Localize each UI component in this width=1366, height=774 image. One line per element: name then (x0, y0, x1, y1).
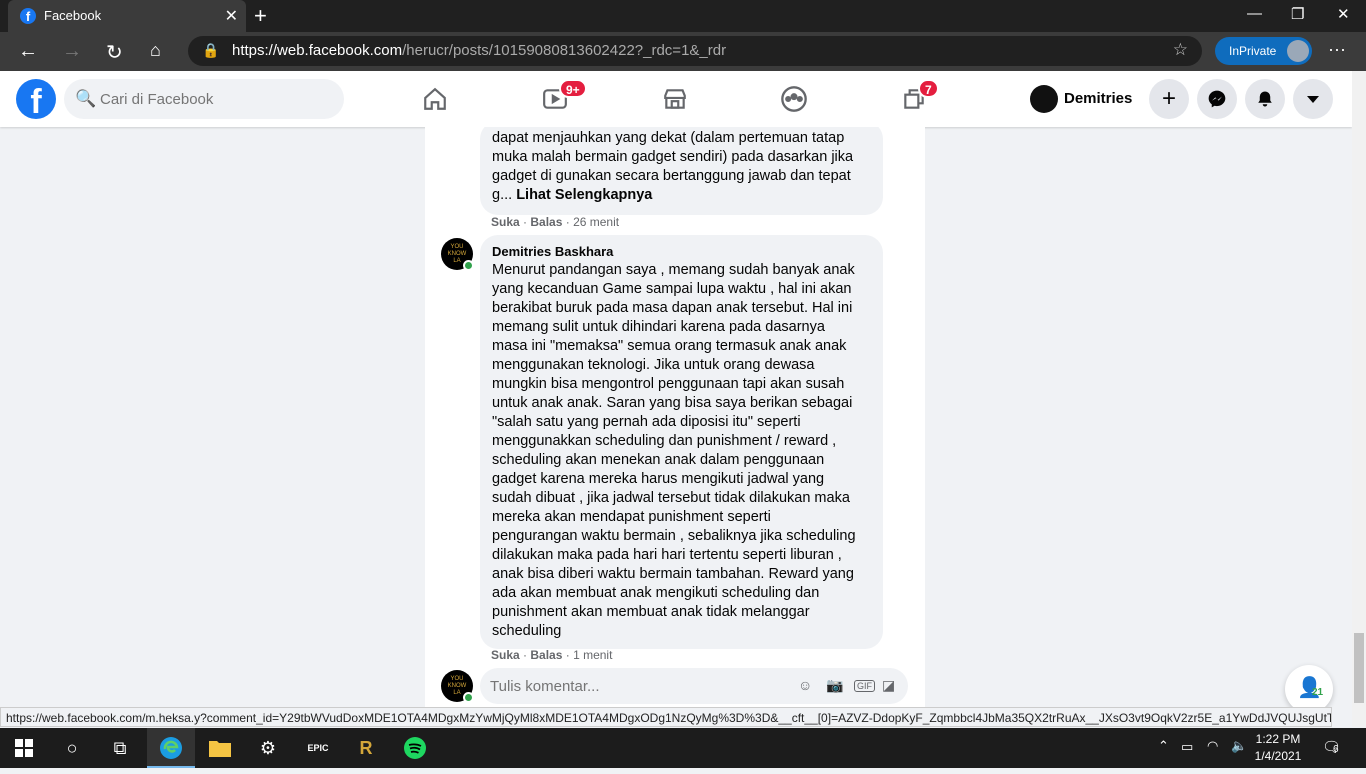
windows-start-icon[interactable] (0, 728, 48, 768)
comment-feed: dapat menjauhkan yang dekat (dalam perte… (425, 127, 925, 707)
groups-nav-icon[interactable] (776, 81, 812, 117)
account-menu-chevron-down-icon[interactable] (1293, 79, 1333, 119)
back-icon[interactable]: ← (18, 40, 38, 63)
lock-icon: 🔒 (202, 42, 220, 58)
search-icon: 🔍 (75, 89, 97, 108)
online-status-dot (463, 260, 474, 271)
like-link[interactable]: Suka (491, 215, 520, 229)
comment-bubble: Demitries Baskhara Menurut pandangan say… (480, 235, 883, 649)
search-circle-icon[interactable]: ○ (48, 728, 96, 768)
contacts-button[interactable]: 👤 21 (1285, 665, 1333, 713)
browser-tab[interactable]: f Facebook ✕ (8, 0, 246, 32)
facebook-logo-icon[interactable]: f (16, 79, 56, 121)
gif-icon[interactable]: GIF (854, 680, 875, 692)
search-input[interactable] (100, 79, 330, 119)
notifications-bell-icon[interactable] (1245, 79, 1285, 119)
commenter-avatar[interactable]: YOU KNOW LA (441, 238, 474, 271)
marketplace-nav-icon[interactable] (657, 81, 693, 117)
riot-legends-icon[interactable]: R (342, 728, 390, 768)
steam-icon[interactable]: ⚙ (244, 728, 292, 768)
watch-nav-icon[interactable]: 9+ (537, 79, 587, 117)
volume-icon[interactable]: 🔈 (1231, 738, 1247, 754)
gaming-badge: 7 (918, 79, 939, 98)
profile-avatar-icon (1287, 40, 1309, 62)
clock-time: 1:22 PM (1255, 732, 1301, 746)
inprivate-label: InPrivate (1229, 44, 1277, 58)
url-path: /herucr/posts/10159080813602422?_rdc=1&_… (402, 42, 727, 59)
online-status-dot (463, 692, 474, 703)
comment-time[interactable]: 26 menit (573, 215, 619, 229)
close-tab-icon[interactable]: ✕ (225, 6, 238, 26)
comment-text: Menurut pandangan saya , memang sudah ba… (492, 262, 856, 639)
commenter-name[interactable]: Demitries Baskhara (492, 243, 871, 261)
profile-avatar (1030, 85, 1058, 113)
file-explorer-icon[interactable] (196, 728, 244, 768)
home-icon[interactable]: ⌂ (150, 40, 161, 61)
maximize-icon[interactable]: ❐ (1291, 5, 1304, 23)
home-nav-icon[interactable] (417, 81, 453, 117)
sticker-icon[interactable]: ◪ (882, 677, 895, 694)
facebook-favicon-icon: f (20, 8, 36, 24)
taskbar-clock[interactable]: 1:22 PM 1/4/2021 (1250, 731, 1306, 765)
gaming-nav-icon[interactable]: 7 (896, 79, 939, 117)
status-bar-url: https://web.facebook.com/m.heksa.y?comme… (0, 707, 1332, 727)
windows-taskbar: ○ ⧉ ⚙ EPIC R ⌃ ▭ ◠ 🔈 1:22 PM 1/4/2021 🗨 6 (0, 728, 1366, 768)
emoji-icon[interactable]: ☺ (798, 677, 812, 693)
messenger-icon[interactable] (1197, 79, 1237, 119)
comment-time[interactable]: 1 menit (573, 648, 612, 662)
page-scrollbar[interactable] (1352, 71, 1366, 727)
tray-chevron-up-icon[interactable]: ⌃ (1158, 738, 1169, 754)
reply-link[interactable]: Balas (530, 648, 562, 662)
new-tab-icon[interactable]: + (254, 3, 267, 29)
like-link[interactable]: Suka (491, 648, 520, 662)
watch-badge: 9+ (559, 79, 587, 98)
wifi-icon[interactable]: ◠ (1207, 738, 1218, 754)
edge-browser-icon[interactable] (147, 728, 195, 768)
task-view-icon[interactable]: ⧉ (96, 728, 144, 768)
create-plus-icon[interactable]: + (1149, 79, 1189, 119)
battery-icon[interactable]: ▭ (1181, 739, 1193, 755)
profile-name: Demitries (1064, 90, 1133, 107)
browser-tab-bar: f Facebook ✕ + — ❐ ✕ (0, 0, 1366, 32)
epic-games-icon[interactable]: EPIC (294, 728, 342, 768)
url-domain: https://web.facebook.com (232, 42, 403, 59)
inprivate-button[interactable]: InPrivate (1215, 37, 1312, 65)
scrollbar-thumb[interactable] (1354, 633, 1364, 703)
camera-icon[interactable]: 📷 (826, 677, 843, 694)
see-more-link[interactable]: Lihat Selengkapnya (516, 187, 652, 203)
action-center-icon[interactable]: 🗨 6 (1322, 738, 1341, 756)
reply-link[interactable]: Balas (530, 215, 562, 229)
comment-input[interactable] (490, 668, 790, 704)
url-field[interactable]: 🔒 https://web.facebook.com/herucr/posts/… (188, 36, 1202, 66)
current-user-avatar[interactable]: YOU KNOW LA (441, 670, 474, 703)
comment-actions: Suka · Balas · 1 menit (491, 648, 613, 662)
notification-count: 6 (1333, 744, 1339, 755)
tab-title: Facebook (44, 8, 102, 23)
spotify-icon[interactable] (391, 728, 439, 768)
address-bar-row: ← → ↻ ⌂ 🔒 https://web.facebook.com/heruc… (0, 32, 1366, 71)
facebook-header: f 🔍 9+ 7 Demitries + (0, 71, 1352, 127)
contacts-count: 21 (1312, 687, 1324, 698)
forward-icon[interactable]: → (62, 40, 82, 63)
more-options-icon[interactable]: ··· (1328, 39, 1346, 60)
minimize-icon[interactable]: — (1247, 5, 1262, 22)
comment-input-box[interactable]: ☺ 📷 GIF ◪ (480, 668, 908, 704)
comment-actions: Suka · Balas · 26 menit (491, 215, 620, 229)
clock-date: 1/4/2021 (1254, 749, 1302, 763)
comment-bubble: dapat menjauhkan yang dekat (dalam perte… (480, 127, 883, 215)
search-box[interactable]: 🔍 (64, 79, 344, 119)
close-window-icon[interactable]: ✕ (1337, 5, 1350, 23)
favorite-star-icon[interactable]: ☆ (1173, 40, 1188, 60)
epic-label: EPIC (307, 743, 329, 753)
refresh-icon[interactable]: ↻ (106, 40, 123, 65)
